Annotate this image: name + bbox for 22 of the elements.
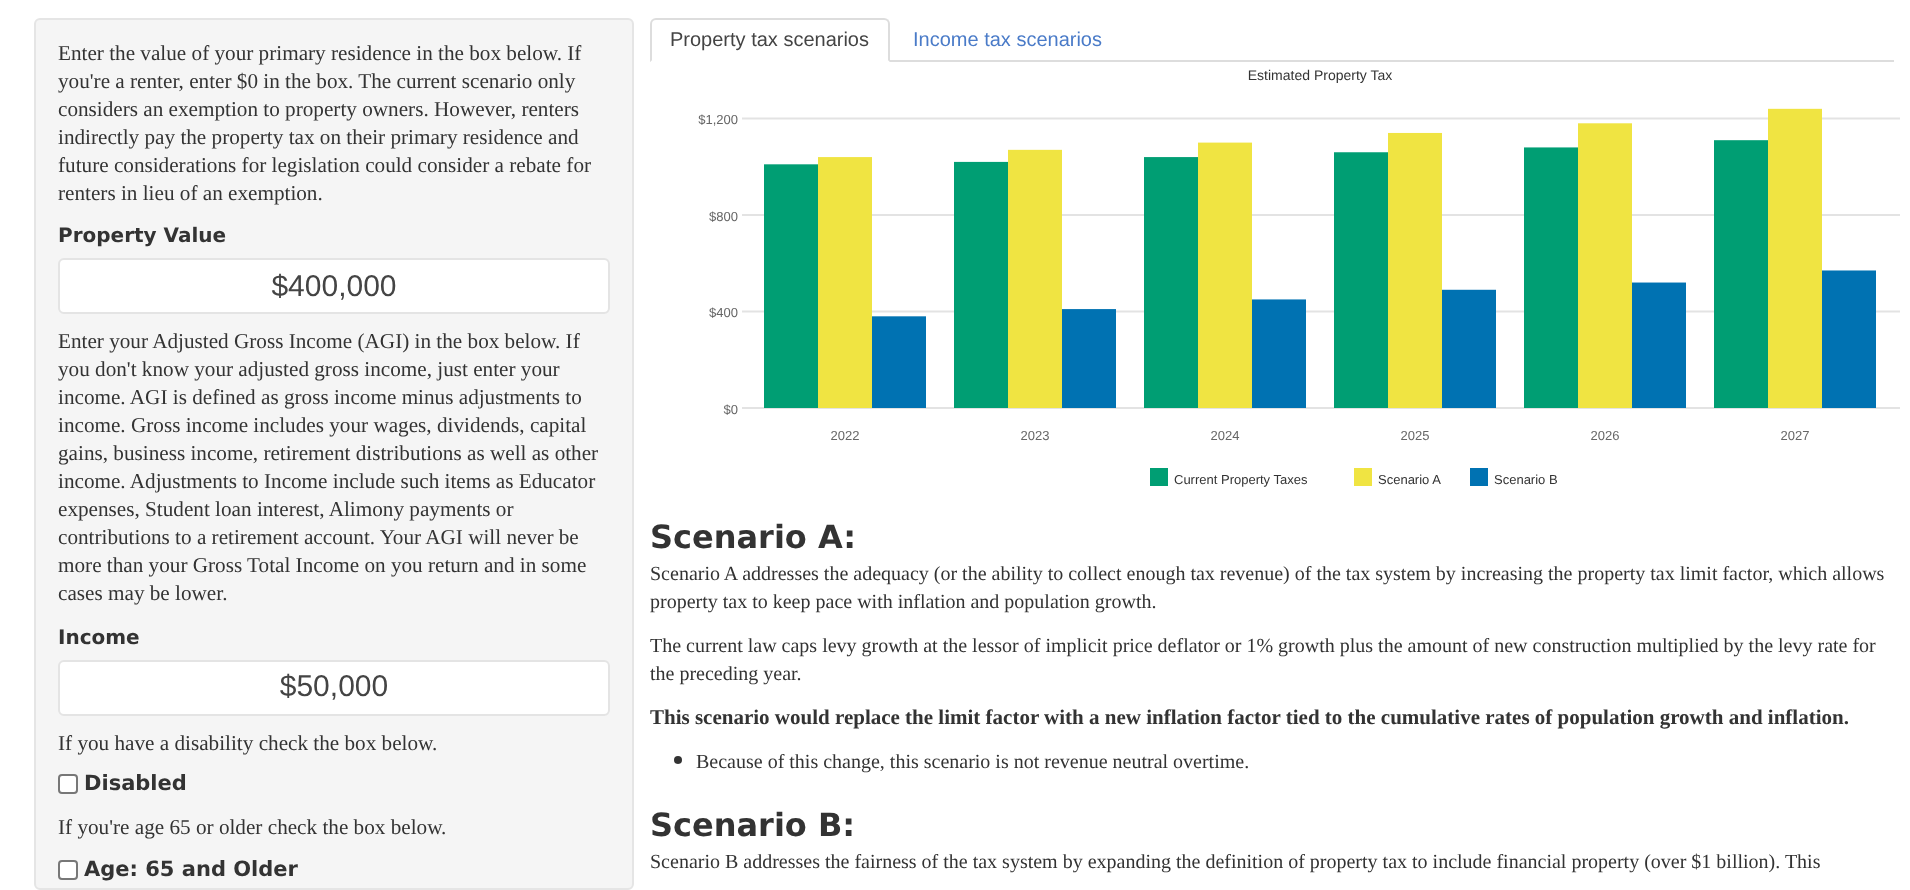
instruction-text: Enter the value of your primary residence in the box below. If you're a renter, enter $0 in the box. The current scenario only considers an exemption to property owners. However, renters indirectly pay the property tax on their primary residence and future considerations for legislation could consider a rebate for renters in lieu of an exemption. bbox=[58, 42, 594, 209]
checkbox-label[interactable]: Disabled bbox=[84, 772, 187, 797]
instruction-text: If you have a disability check the box below. bbox=[58, 731, 440, 759]
field-label: Income bbox=[58, 627, 142, 649]
list-item: Because of this change, this scenario is not revenue neutral overtime. bbox=[696, 750, 1250, 778]
input-field[interactable]: $400,000 bbox=[58, 258, 610, 315]
input-field[interactable]: $50,000 bbox=[58, 659, 610, 715]
bullet-icon bbox=[674, 756, 682, 764]
instruction-text: If you're age 65 or older check the box below. bbox=[58, 816, 449, 845]
section-heading: Scenario A: bbox=[650, 518, 859, 556]
tab[interactable]: Income tax scenarios bbox=[893, 18, 1122, 62]
checkbox[interactable] bbox=[58, 774, 78, 795]
section-heading: Scenario B: bbox=[650, 806, 858, 844]
paragraph: Scenario B addresses the fairness of the tax system by expanding the definition of property tax to include financial property (over $1 billion). This bbox=[650, 850, 1823, 878]
paragraph: This scenario would replace the limit factor with a new inflation factor tied to the cumulative rates of population growth and inflation. bbox=[650, 706, 1851, 734]
paragraph: The current law caps levy growth at the lessor of implicit price deflator or 1% growth plus the amount of new construction multiplied by the levy rate for the preceding year. bbox=[650, 634, 1878, 690]
tab[interactable]: Property tax scenarios bbox=[650, 18, 889, 62]
checkbox[interactable] bbox=[58, 860, 78, 881]
checkbox-label[interactable]: Age: 65 and Older bbox=[84, 858, 298, 883]
instruction-text: Enter your Adjusted Gross Income (AGI) in the box below. If you don't know your adjusted gross income, just enter your income. AGI is defined as gross income minus adjustments to income. Gross income includes your wages, dividends, capital gains, business income, retirement distributions as well as other income. Adjustments to Income include such items as Educator expenses, Student loan interest, Alimony payments or contributions to a retirement account. Your AGI will never be more than your Gross Total Income on you return and in some cases may be lower. bbox=[58, 330, 601, 609]
paragraph: Scenario A addresses the adequacy (or the ability to collect enough tax revenue) of the tax system by increasing the property tax limit factor, which allows property tax to keep pace with inflation and population growth. bbox=[650, 562, 1887, 618]
field-label: Property Value bbox=[58, 226, 229, 249]
